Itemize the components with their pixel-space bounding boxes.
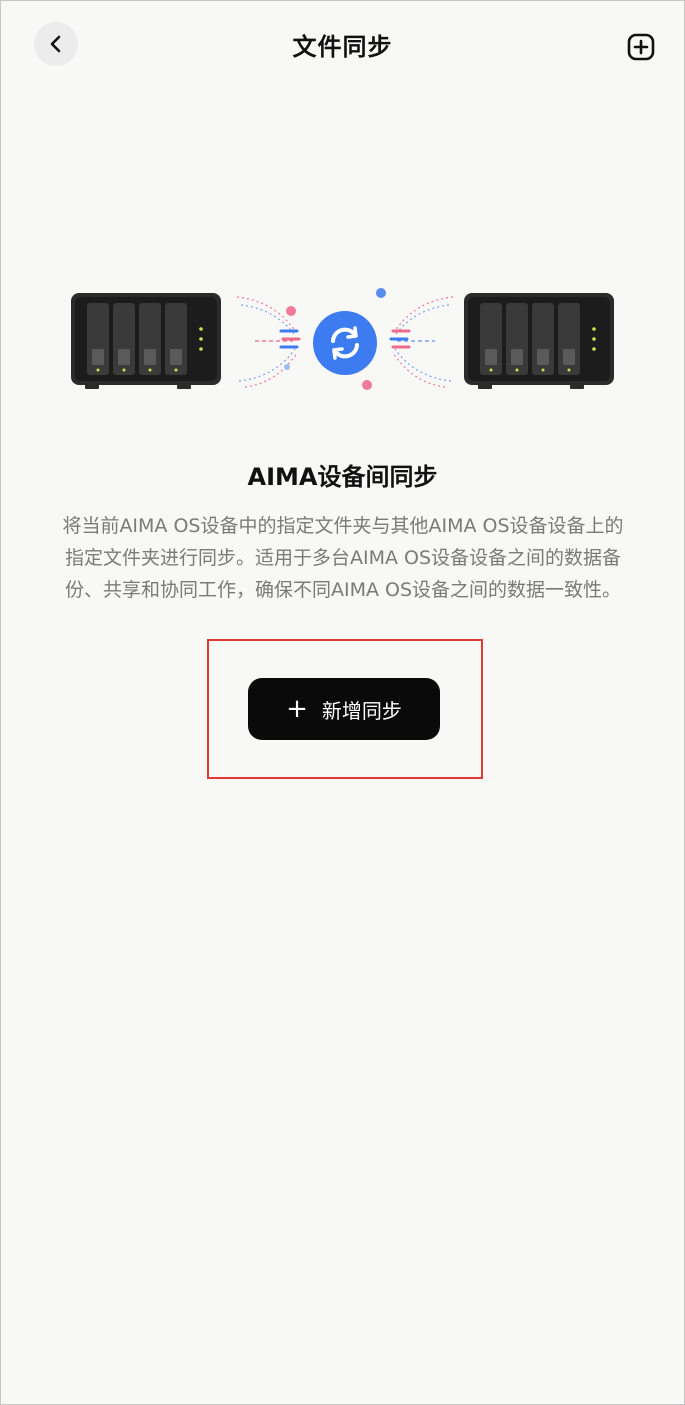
add-square-icon [627, 33, 655, 61]
sync-circle [313, 311, 377, 375]
file-sync-screen: 文件同步 AIMA设备间同步 将当前AIMA OS设备中的指定文件夹与其他AIM… [0, 0, 685, 1405]
nas-device-icon [71, 293, 221, 389]
add-sync-label: 新增同步 [321, 698, 402, 723]
right-flow-lines-icon [389, 296, 454, 388]
header: 文件同步 [1, 1, 684, 91]
add-sync-button[interactable]: + 新增同步 [248, 678, 440, 740]
section-title: AIMA设备间同步 [247, 463, 438, 491]
description-text: 将当前AIMA OS设备中的指定文件夹与其他AIMA OS设备设备上的指定文件夹… [62, 515, 624, 601]
page-title: 文件同步 [292, 33, 393, 61]
nas-device-icon [464, 293, 614, 389]
sync-illustration [1, 271, 684, 411]
add-button[interactable] [624, 28, 660, 64]
sync-icon [331, 326, 359, 360]
plus-icon: + [286, 694, 308, 724]
